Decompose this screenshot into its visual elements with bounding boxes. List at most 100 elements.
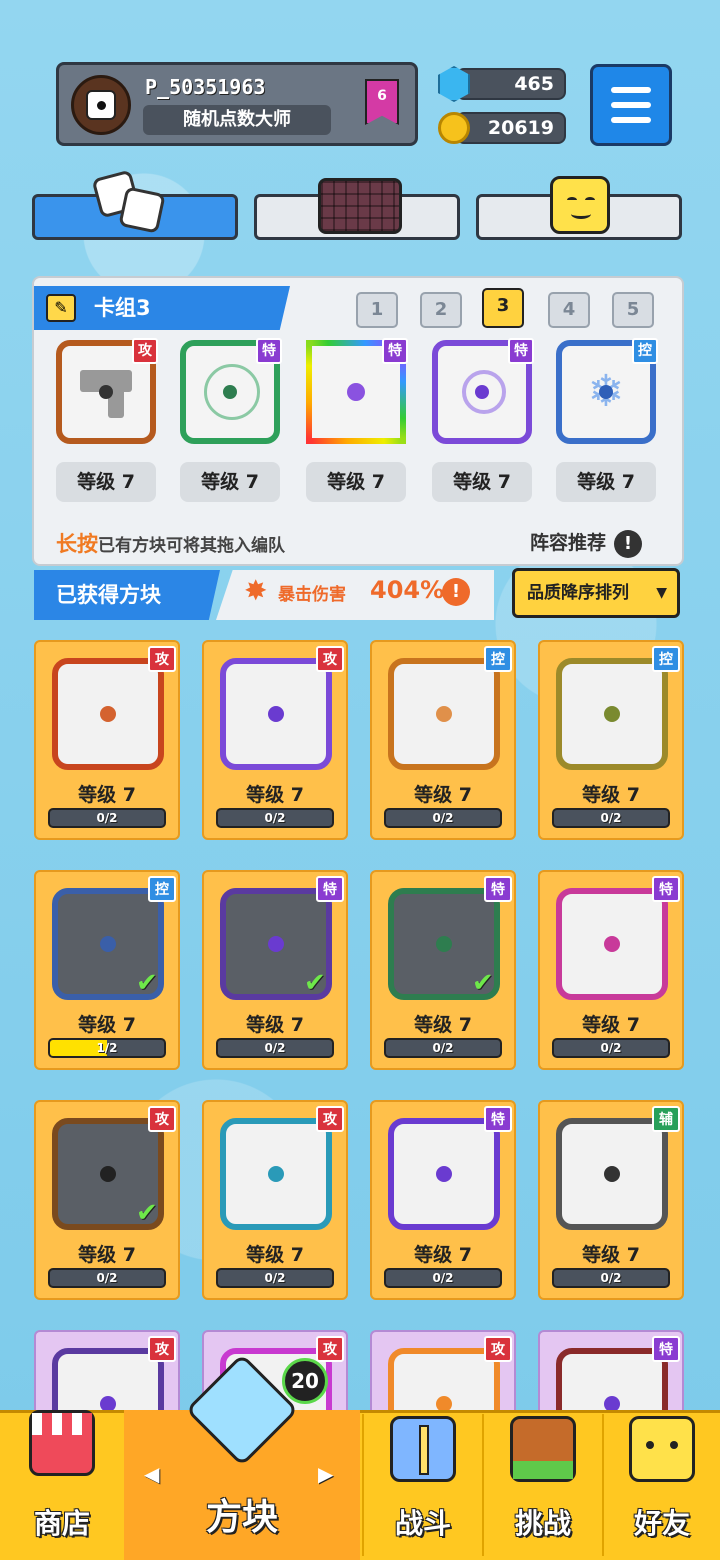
block-card[interactable]: 攻等级 7 0/2 [202, 1100, 348, 1300]
block-card[interactable]: 控等级 7 0/2 [538, 640, 684, 840]
block-type-tag: 特 [484, 876, 512, 902]
nav-challenge[interactable]: 挑战 [484, 1410, 602, 1560]
block-type-tag: 攻 [316, 646, 344, 672]
nav-right-arrow-icon[interactable]: ▶ [318, 1462, 333, 1486]
deck-tab-1[interactable]: 1 [356, 292, 398, 328]
deck-slot-level: 等级 7 [556, 462, 656, 502]
upgrade-progress-bar: 0/2 [384, 1268, 502, 1288]
block-level: 等级 7 [78, 1244, 136, 1266]
menu-button[interactable] [590, 64, 672, 146]
deck-slot-2[interactable]: 特 [180, 338, 282, 444]
deck-tab-2[interactable]: 2 [420, 292, 462, 328]
progress-text: 0/2 [600, 1041, 622, 1055]
block-type-tag: 控 [148, 876, 176, 902]
upgrade-progress-bar: 0/2 [384, 808, 502, 828]
block-level: 等级 7 [414, 784, 472, 806]
recommend-label: 阵容推荐 [530, 532, 607, 554]
menu-icon-bar [611, 117, 651, 123]
crit-label: 暴击伤害 [278, 585, 346, 605]
block-card[interactable]: 特等级 7 0/2 [370, 1100, 516, 1300]
info-icon: ! [614, 530, 643, 558]
block-level: 等级 7 [582, 784, 640, 806]
progress-text: 0/2 [432, 811, 454, 825]
upgrade-progress-bar: 0/2 [216, 1268, 334, 1288]
deck-slot-1[interactable]: 攻 [56, 338, 158, 444]
upgrade-progress-bar: 0/2 [216, 808, 334, 828]
dropdown-arrow-icon: ▼ [656, 585, 667, 601]
deck-slot-level: 等级 7 [306, 462, 406, 502]
nav-battle[interactable]: 战斗 [364, 1410, 482, 1560]
block-card[interactable]: 特 ✔ 等级 7 0/2 [370, 870, 516, 1070]
block-type-tag: 攻 [484, 1336, 512, 1362]
deck-tab-5[interactable]: 5 [612, 292, 654, 328]
progress-text: 0/2 [264, 1271, 286, 1285]
block-card[interactable]: 特 ✔ 等级 7 0/2 [202, 870, 348, 1070]
board-icon [318, 178, 402, 234]
deck-slot-3[interactable]: 特 [306, 338, 408, 444]
drag-hint-highlight: 长按 [56, 532, 98, 556]
crit-info-icon[interactable]: ! [442, 578, 470, 606]
nav-label: 方块 [205, 1497, 278, 1538]
block-pip [604, 1166, 620, 1182]
gem-count: 465 [456, 68, 566, 100]
deck-slot-tag: 特 [256, 338, 282, 364]
upgrade-progress-bar: 0/2 [552, 1268, 670, 1288]
block-card[interactable]: 控 ✔ 等级 7 1/2 [34, 870, 180, 1070]
nav-label: 商店 [33, 1507, 90, 1540]
block-pip [436, 1166, 452, 1182]
deck-slot-4[interactable]: 特 [432, 338, 534, 444]
block-card[interactable]: 控等级 7 0/2 [370, 640, 516, 840]
nav-left-arrow-icon[interactable]: ◀ [144, 1462, 159, 1486]
deck-slot-level: 等级 7 [56, 462, 156, 502]
block-type-tag: 特 [652, 876, 680, 902]
crit-value: 404% [370, 576, 445, 604]
block-card[interactable]: 辅等级 7 0/2 [538, 1100, 684, 1300]
block-type-tag: 攻 [316, 1106, 344, 1132]
equipped-check-icon: ✔ [472, 968, 494, 998]
block-level: 等级 7 [246, 784, 304, 806]
block-card[interactable]: 攻等级 7 0/2 [34, 640, 180, 840]
block-card[interactable]: 特等级 7 0/2 [538, 870, 684, 1070]
block-pip [268, 936, 284, 952]
block-type-tag: 特 [316, 876, 344, 902]
block-type-tag: 控 [484, 646, 512, 672]
block-card[interactable]: 攻等级 7 0/2 [202, 640, 348, 840]
block-icon [556, 1118, 668, 1230]
shop-icon [29, 1410, 95, 1476]
deck-slot-5[interactable]: ❄ 控 [556, 338, 658, 444]
nav-friends[interactable]: 好友 [604, 1410, 720, 1560]
block-card[interactable]: 攻 ✔ 等级 7 0/2 [34, 1100, 180, 1300]
coin-icon [438, 112, 470, 144]
deck-slot-tag: 攻 [132, 338, 158, 364]
block-icon [556, 658, 668, 770]
player-id: P_50351963 [145, 75, 266, 99]
upgrade-progress-bar: 0/2 [552, 1038, 670, 1058]
block-type-tag: 辅 [652, 1106, 680, 1132]
progress-text: 0/2 [96, 811, 118, 825]
block-type-tag: 攻 [148, 646, 176, 672]
deck-tab-3[interactable]: 3 [482, 288, 524, 328]
block-type-tag: 控 [652, 646, 680, 672]
block-level: 等级 7 [78, 1014, 136, 1036]
lineup-recommend-button[interactable]: 阵容推荐! [530, 528, 643, 558]
signpost-icon [510, 1416, 576, 1482]
progress-text: 0/2 [96, 1271, 118, 1285]
coin-count: 20619 [456, 112, 566, 144]
block-icon [220, 658, 332, 770]
menu-icon-bar [611, 102, 651, 108]
sort-dropdown[interactable]: 品质降序排列 ▼ [512, 568, 680, 618]
block-icon [556, 888, 668, 1000]
burst-icon: ✸ [244, 574, 268, 607]
progress-text: 1/2 [96, 1041, 118, 1055]
avatar[interactable] [71, 75, 131, 135]
progress-text: 0/2 [432, 1271, 454, 1285]
block-icon [388, 658, 500, 770]
nav-shop[interactable]: 商店 [0, 1410, 124, 1560]
deck-tab-4[interactable]: 4 [548, 292, 590, 328]
block-icon [388, 1118, 500, 1230]
dice-icon [86, 90, 116, 120]
friend-character-icon [629, 1416, 695, 1482]
sword-shield-icon [390, 1416, 456, 1482]
profile-panel[interactable]: P_50351963 随机点数大师 6 [56, 62, 418, 146]
edit-pencil-icon[interactable]: ✎ [46, 294, 76, 322]
